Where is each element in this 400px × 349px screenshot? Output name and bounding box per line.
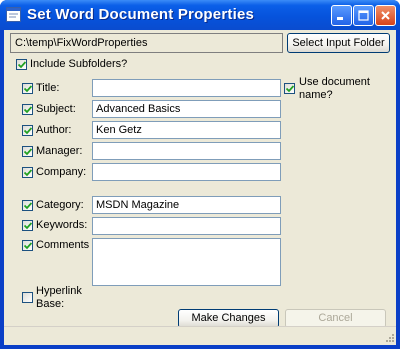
select-input-folder-button[interactable]: Select Input Folder <box>287 33 390 53</box>
resize-grip-icon[interactable] <box>383 333 395 345</box>
manager-checkbox[interactable] <box>22 146 33 157</box>
check-icon <box>24 222 32 230</box>
hyperlink-base-label-line1: Hyperlink <box>36 285 82 297</box>
hyperlink-base-label-line2: Base: <box>36 298 65 310</box>
subject-checkbox[interactable] <box>22 104 33 115</box>
company-label: Company: <box>36 166 87 178</box>
maximize-button[interactable] <box>353 5 374 26</box>
use-document-name-checkbox[interactable] <box>284 83 295 94</box>
status-bar <box>4 326 396 346</box>
title-checkbox[interactable] <box>22 83 33 94</box>
minimize-icon <box>337 17 343 20</box>
category-input[interactable]: MSDN Magazine <box>92 196 281 214</box>
subject-input[interactable]: Advanced Basics <box>92 100 281 118</box>
company-checkbox[interactable] <box>22 167 33 178</box>
check-icon <box>24 106 32 114</box>
window-title: Set Word Document Properties <box>27 6 255 23</box>
use-document-name-label-line2: name? <box>299 89 333 101</box>
title-input[interactable] <box>92 79 281 97</box>
manager-label: Manager: <box>36 145 83 157</box>
keywords-label: Keywords: <box>36 219 88 231</box>
maximize-icon <box>358 10 369 21</box>
check-icon <box>24 169 32 177</box>
window-bottom-border <box>0 345 400 349</box>
client-area: C:\temp\FixWordProperties Select Input F… <box>4 30 396 346</box>
author-checkbox[interactable] <box>22 125 33 136</box>
check-icon <box>24 242 32 250</box>
close-button[interactable] <box>375 5 396 26</box>
keywords-input[interactable] <box>92 217 281 235</box>
author-label: Author: <box>36 124 72 136</box>
include-subfolders-checkbox[interactable] <box>16 59 27 70</box>
comments-textarea[interactable] <box>92 238 281 286</box>
category-label: Category: <box>36 199 84 211</box>
category-checkbox[interactable] <box>22 200 33 211</box>
include-subfolders-label: Include Subfolders? <box>30 58 128 70</box>
comments-label: Comments <box>36 239 90 251</box>
keywords-checkbox[interactable] <box>22 220 33 231</box>
check-icon <box>24 85 32 93</box>
title-label: Title: <box>36 82 60 94</box>
comments-checkbox[interactable] <box>22 240 33 251</box>
app-window: Set Word Document Properties C:\temp\Fix… <box>0 0 400 349</box>
use-document-name-label-line1: Use document <box>299 76 370 88</box>
form-icon <box>6 7 21 22</box>
company-input[interactable] <box>92 163 281 181</box>
hyperlink-base-checkbox[interactable] <box>22 292 33 303</box>
minimize-button[interactable] <box>331 5 352 26</box>
manager-input[interactable] <box>92 142 281 160</box>
check-icon <box>24 127 32 135</box>
close-icon <box>381 11 390 20</box>
check-icon <box>18 61 26 69</box>
check-icon <box>286 85 294 93</box>
subject-label: Subject: <box>36 103 76 115</box>
folder-path-display: C:\temp\FixWordProperties <box>10 33 283 53</box>
check-icon <box>24 148 32 156</box>
author-input[interactable]: Ken Getz <box>92 121 281 139</box>
check-icon <box>24 202 32 210</box>
title-bar[interactable]: Set Word Document Properties <box>0 0 400 30</box>
